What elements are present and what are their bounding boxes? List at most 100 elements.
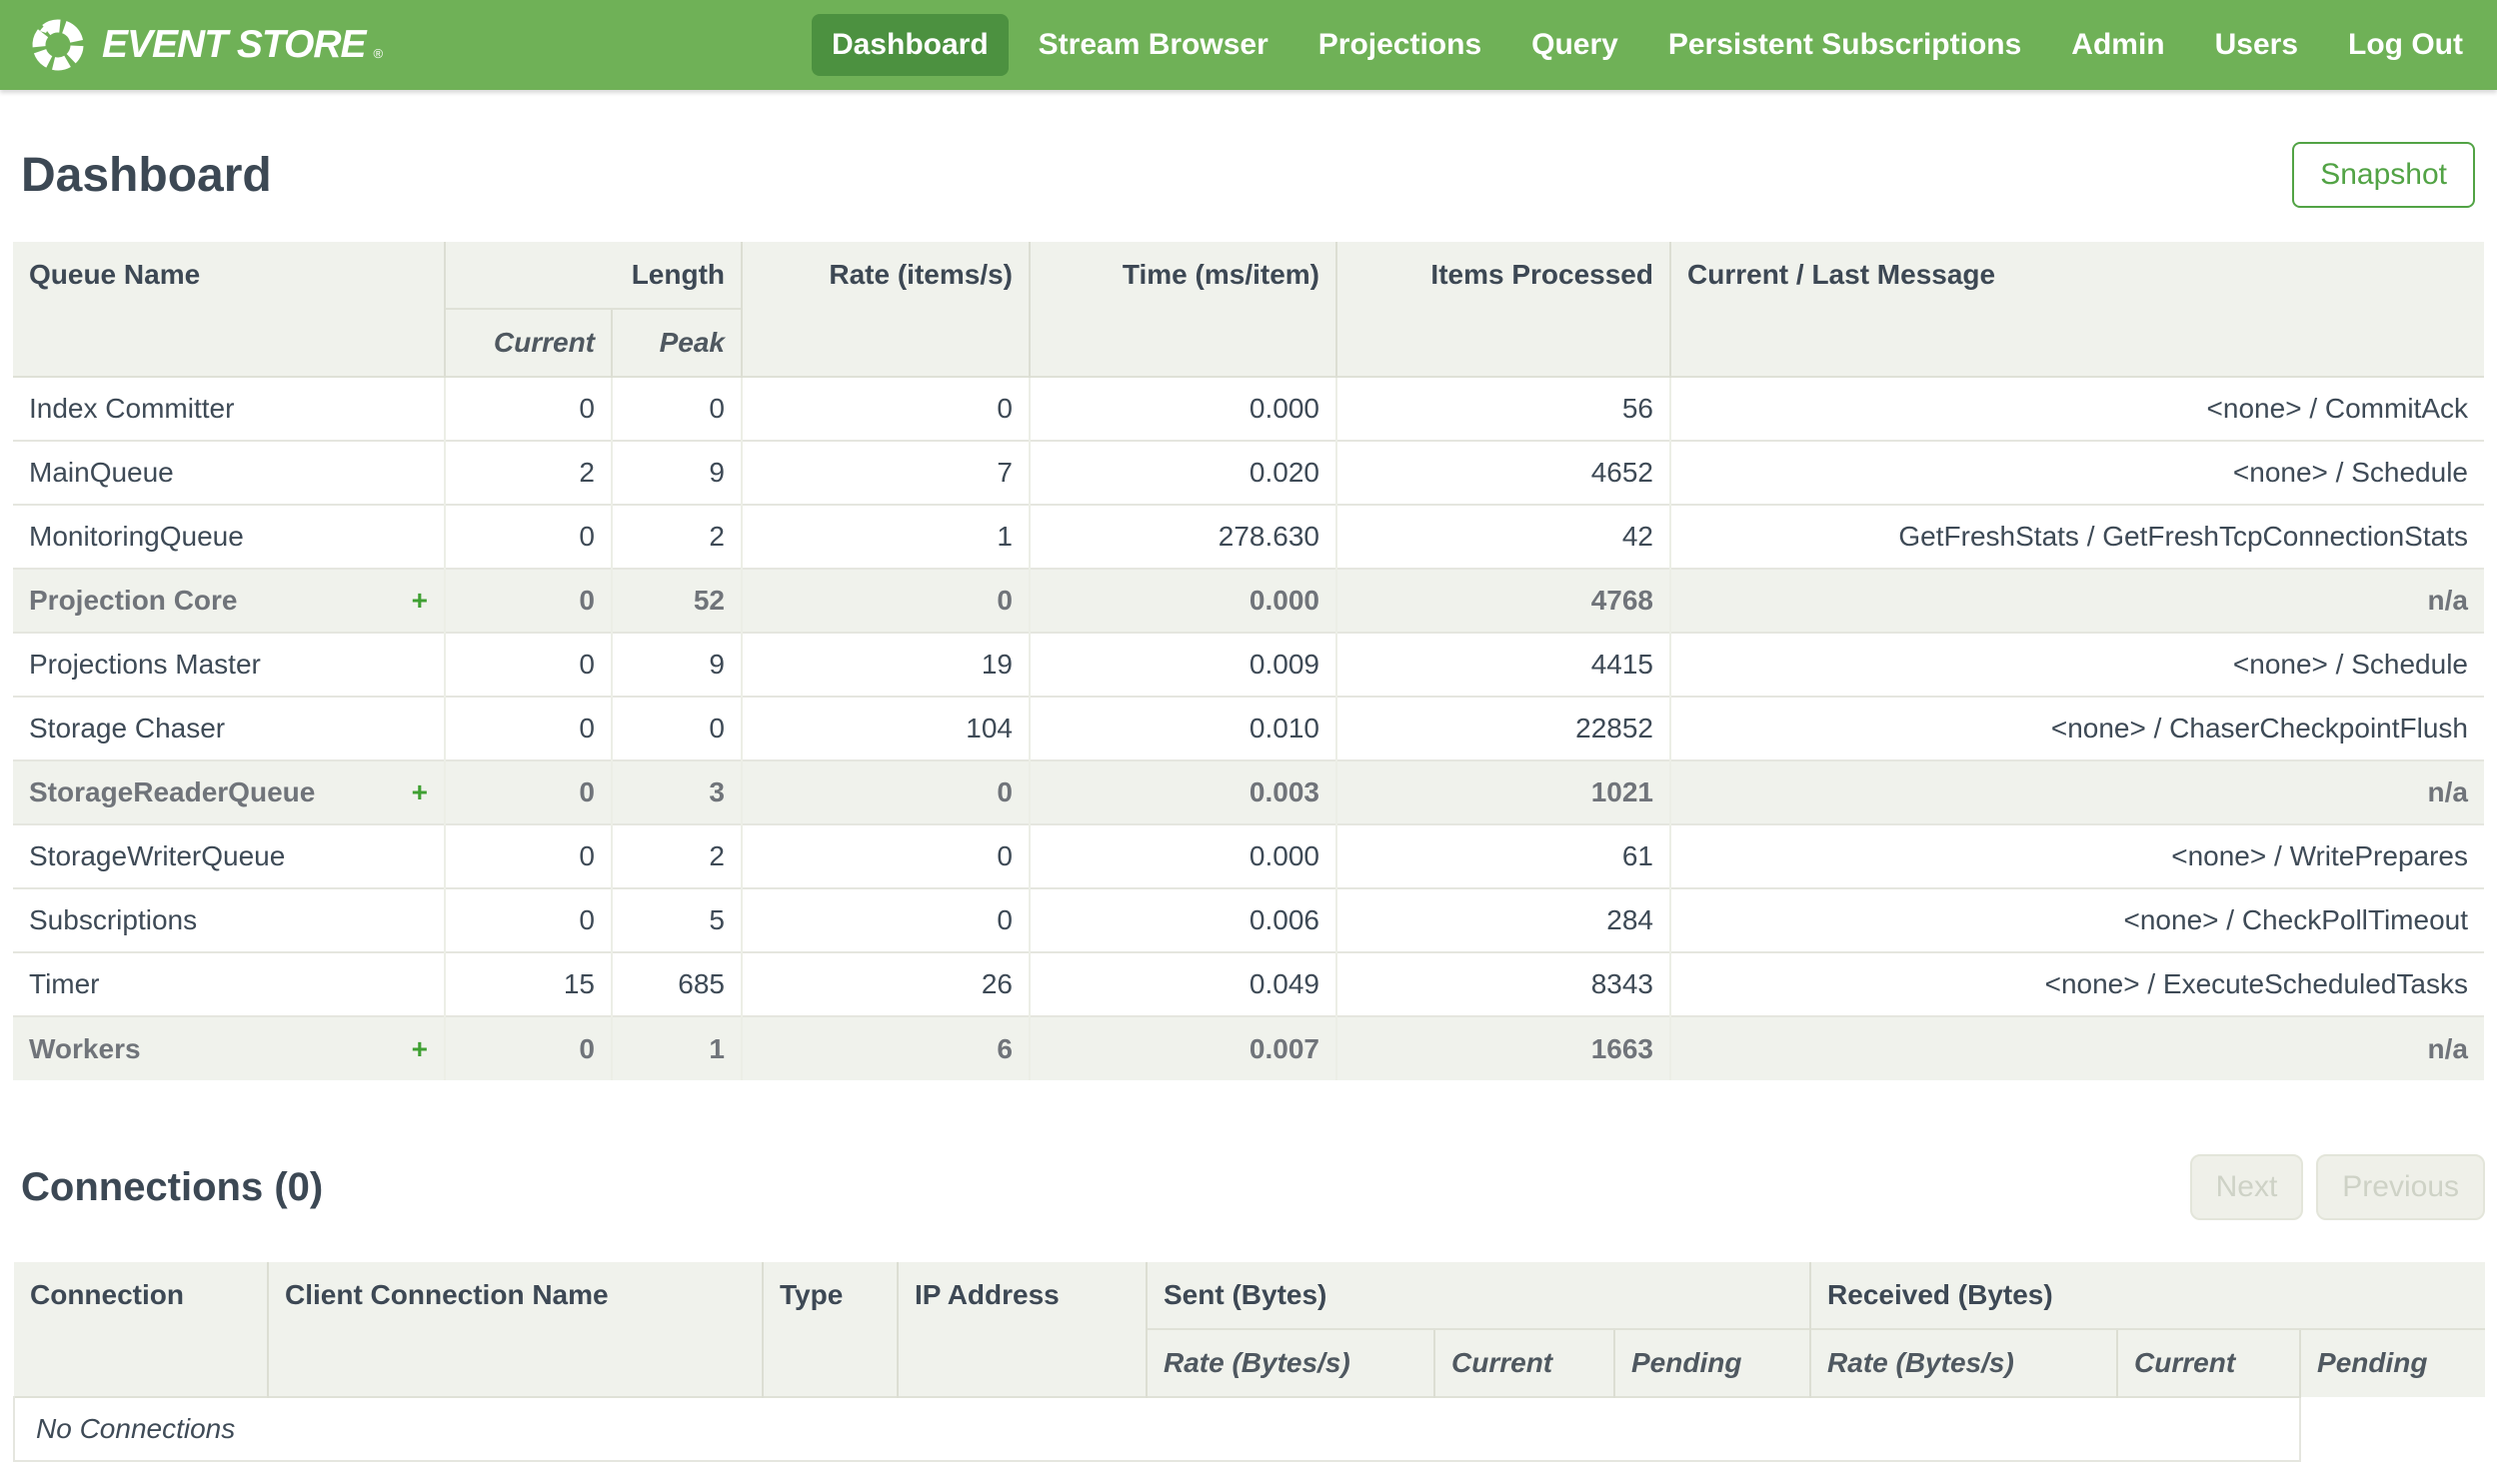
length-peak-cell: 2 bbox=[611, 823, 742, 888]
time-cell: 0.000 bbox=[1029, 568, 1336, 633]
next-button[interactable]: Next bbox=[2189, 1154, 2304, 1220]
items-processed-cell: 4652 bbox=[1335, 440, 1670, 505]
queue-row-group: Workers +0 1 6 0.007 1663 n/a bbox=[13, 1015, 2484, 1080]
col-header-length-current: Current bbox=[444, 308, 612, 377]
nav-item-query[interactable]: Query bbox=[1511, 14, 1638, 76]
queue-name-label: StorageReaderQueue bbox=[29, 776, 316, 807]
message-cell: <none> / CheckPollTimeout bbox=[1669, 887, 2484, 952]
col-header-received-current: Current bbox=[2116, 1328, 2301, 1397]
queue-stats-table: Queue Name Length Rate (items/s) Time (m… bbox=[13, 242, 2484, 1080]
message-cell: <none> / ChaserCheckpointFlush bbox=[1669, 696, 2484, 760]
col-header-sent: Sent (Bytes) bbox=[1145, 1262, 1811, 1329]
items-processed-cell: 1021 bbox=[1335, 759, 1670, 824]
items-processed-cell: 1663 bbox=[1335, 1015, 1670, 1080]
length-current-cell: 0 bbox=[444, 376, 612, 441]
queue-name-label: Subscriptions bbox=[29, 904, 198, 935]
queue-name-label: MainQueue bbox=[29, 457, 174, 488]
nav-item-projections[interactable]: Projections bbox=[1298, 14, 1501, 76]
expand-queue-icon[interactable]: + bbox=[412, 571, 428, 632]
length-peak-cell: 52 bbox=[611, 568, 742, 633]
message-cell: <none> / CommitAck bbox=[1669, 376, 2484, 441]
previous-button[interactable]: Previous bbox=[2316, 1154, 2485, 1220]
nav-item-dashboard[interactable]: Dashboard bbox=[811, 14, 1009, 76]
col-header-received-rate: Rate (Bytes/s) bbox=[1809, 1328, 2118, 1397]
queue-name-cell: StorageWriterQueue bbox=[13, 823, 445, 888]
queue-name-label: Index Committer bbox=[29, 393, 235, 424]
items-processed-cell: 8343 bbox=[1335, 951, 1670, 1016]
col-header-sent-current: Current bbox=[1433, 1328, 1614, 1397]
brand[interactable]: EVENT STORE ® bbox=[30, 17, 383, 73]
col-header-rate: Rate (items/s) bbox=[741, 242, 1030, 377]
expand-queue-icon[interactable]: + bbox=[412, 1018, 428, 1080]
length-current-cell: 0 bbox=[444, 568, 612, 633]
col-header-message: Current / Last Message bbox=[1669, 242, 2484, 377]
length-current-cell: 0 bbox=[444, 823, 612, 888]
queue-row: Subscriptions 0 5 0 0.006 284 <none> / CheckPo… bbox=[13, 887, 2484, 952]
length-current-cell: 0 bbox=[444, 1015, 612, 1080]
length-peak-cell: 0 bbox=[611, 696, 742, 760]
nav-item-admin[interactable]: Admin bbox=[2051, 14, 2184, 76]
col-header-type: Type bbox=[762, 1262, 898, 1397]
message-cell: n/a bbox=[1669, 568, 2484, 633]
message-cell: <none> / ExecuteScheduledTasks bbox=[1669, 951, 2484, 1016]
queue-name-cell: Projection Core + bbox=[13, 568, 445, 633]
queue-row: Timer 15 685 26 0.049 8343 <none> / ExecuteSch… bbox=[13, 951, 2484, 1016]
event-store-logo-icon bbox=[32, 19, 84, 71]
rate-cell: 6 bbox=[741, 1015, 1030, 1080]
queue-row-group: StorageReaderQueue +0 3 0 0.003 1021 n/a bbox=[13, 759, 2484, 824]
nav-item-log-out[interactable]: Log Out bbox=[2328, 14, 2483, 76]
items-processed-cell: 284 bbox=[1335, 887, 1670, 952]
no-connections-row: No Connections bbox=[12, 1396, 2485, 1462]
length-current-cell: 2 bbox=[444, 440, 612, 505]
snapshot-button[interactable]: Snapshot bbox=[2292, 142, 2475, 208]
message-cell: n/a bbox=[1669, 759, 2484, 824]
length-current-cell: 0 bbox=[444, 504, 612, 569]
connections-pager: Next Previous bbox=[2189, 1154, 2485, 1220]
length-peak-cell: 9 bbox=[611, 440, 742, 505]
queue-name-cell: StorageReaderQueue + bbox=[13, 759, 445, 824]
queue-table-body: Index Committer 0 0 0 0.000 56 <none> / Commit… bbox=[13, 376, 2484, 1080]
length-peak-cell: 2 bbox=[611, 504, 742, 569]
time-cell: 0.000 bbox=[1029, 823, 1336, 888]
nav-item-stream-browser[interactable]: Stream Browser bbox=[1019, 14, 1288, 76]
length-peak-cell: 685 bbox=[611, 951, 742, 1016]
queue-name-label: Timer bbox=[29, 968, 100, 999]
col-header-connection: Connection bbox=[14, 1262, 268, 1397]
items-processed-cell: 56 bbox=[1335, 376, 1670, 441]
time-cell: 0.049 bbox=[1029, 951, 1336, 1016]
items-processed-cell: 22852 bbox=[1335, 696, 1670, 760]
time-cell: 0.007 bbox=[1029, 1015, 1336, 1080]
col-header-received: Received (Bytes) bbox=[1809, 1262, 2486, 1329]
items-processed-cell: 4768 bbox=[1335, 568, 1670, 633]
brand-registered-mark: ® bbox=[373, 46, 384, 61]
col-header-time: Time (ms/item) bbox=[1029, 242, 1336, 377]
col-header-sent-pending: Pending bbox=[1612, 1328, 1811, 1397]
time-cell: 0.020 bbox=[1029, 440, 1336, 505]
queue-row: MonitoringQueue 0 2 1 278.630 42 GetFreshStats… bbox=[13, 504, 2484, 569]
items-processed-cell: 61 bbox=[1335, 823, 1670, 888]
brand-text: EVENT STORE bbox=[102, 23, 367, 66]
page-header: Dashboard Snapshot bbox=[0, 90, 2497, 242]
message-cell: <none> / WritePrepares bbox=[1669, 823, 2484, 888]
queue-row: Index Committer 0 0 0 0.000 56 <none> / Commit… bbox=[13, 376, 2484, 441]
expand-queue-icon[interactable]: + bbox=[412, 762, 428, 823]
col-header-client-name: Client Connection Name bbox=[267, 1262, 763, 1397]
connections-header-row-1: Connection Client Connection Name Type I… bbox=[14, 1262, 2486, 1397]
message-cell: GetFreshStats / GetFreshTcpConnectionSta… bbox=[1669, 504, 2484, 569]
length-peak-cell: 1 bbox=[611, 1015, 742, 1080]
queue-row: Storage Chaser 0 0 104 0.010 22852 <none> / Ch… bbox=[13, 696, 2484, 760]
col-header-queue-name: Queue Name bbox=[13, 242, 445, 377]
length-current-cell: 15 bbox=[444, 951, 612, 1016]
no-connections-message: No Connections bbox=[12, 1396, 2302, 1462]
message-cell: n/a bbox=[1669, 1015, 2484, 1080]
queue-name-cell: MainQueue bbox=[13, 440, 445, 505]
rate-cell: 0 bbox=[741, 568, 1030, 633]
nav-item-users[interactable]: Users bbox=[2195, 14, 2318, 76]
queue-name-cell: MonitoringQueue bbox=[13, 504, 445, 569]
queue-row: Projections Master 0 9 19 0.009 4415 <none> / … bbox=[13, 632, 2484, 697]
nav-item-persistent-subscriptions[interactable]: Persistent Subscriptions bbox=[1648, 14, 2041, 76]
message-cell: <none> / Schedule bbox=[1669, 440, 2484, 505]
time-cell: 278.630 bbox=[1029, 504, 1336, 569]
rate-cell: 104 bbox=[741, 696, 1030, 760]
queue-row: StorageWriterQueue 0 2 0 0.000 61 <none> / Wri… bbox=[13, 823, 2484, 888]
